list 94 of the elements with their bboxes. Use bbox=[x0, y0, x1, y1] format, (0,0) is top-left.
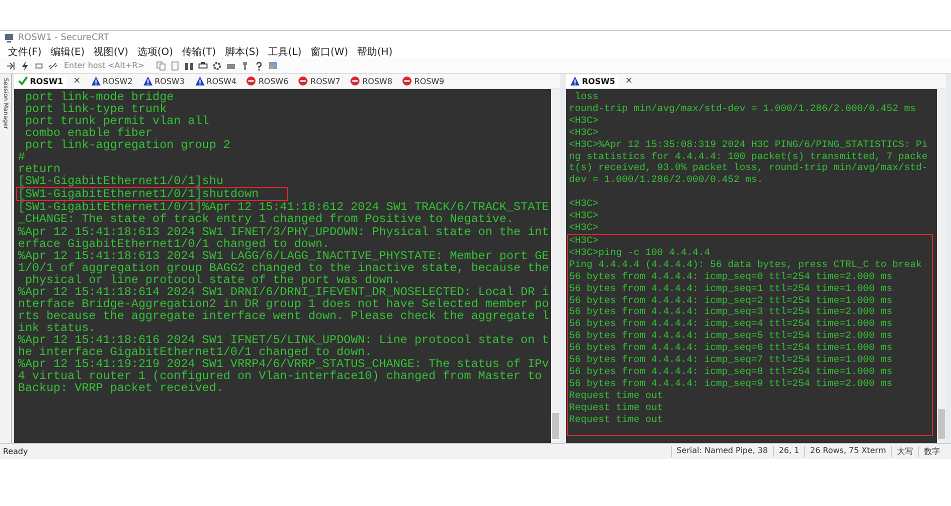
terminal-line: 56 bytes from 4.4.4.4: icmp_seq=6 ttl=254 time=1.000 ms bbox=[569, 342, 894, 354]
close-button[interactable]: × bbox=[621, 76, 637, 86]
terminal-line: dev = 1.000/1.286/2.000/0.452 ms. bbox=[569, 174, 764, 186]
terminal-line: combo enable fiber bbox=[24, 127, 153, 140]
session-tab[interactable]: ROSW7 bbox=[294, 74, 344, 88]
terminal-line: port link-mode bridge bbox=[24, 91, 175, 104]
terminal-line: Backup: VRRP packet received. bbox=[18, 382, 224, 394]
session-tab[interactable]: ROSW4 bbox=[190, 74, 240, 88]
status-field: 数字 bbox=[918, 446, 945, 457]
terminal-line: t(s) received, 93.0% packet loss, round-trip min/avg/max/std- bbox=[569, 162, 929, 174]
menu-item[interactable]: 文件(F) bbox=[8, 44, 42, 58]
terminal-line: 56 bytes from 4.4.4.4: icmp_seq=8 ttl=254 time=1.000 ms bbox=[569, 366, 894, 378]
status-message: Ready bbox=[2, 447, 28, 456]
terminal-line: physical or line protocol state of the port was down. bbox=[24, 274, 400, 286]
terminal-line: port link-aggregation group 2 bbox=[25, 139, 232, 152]
terminal-line: <H3C> bbox=[569, 222, 600, 234]
terminal-line: 56 bytes from 4.4.4.4: icmp_seq=2 ttl=254 time=1.000 ms bbox=[569, 294, 894, 306]
menu-item[interactable]: 选项(O) bbox=[137, 44, 174, 58]
monitor-icon bbox=[4, 33, 14, 43]
terminal-line: [SW1-GigabitEthernet1/0/1]%Apr 12 15:41:18:612 2024 SW1 TRACK/6/TRACK_STATE bbox=[18, 201, 550, 214]
terminal-line: # bbox=[18, 151, 26, 164]
terminal-line: <H3C> bbox=[569, 126, 600, 139]
session-tab[interactable]: ROSW2 bbox=[86, 74, 137, 88]
host-field[interactable]: Enter host <Alt+R> bbox=[62, 60, 146, 71]
terminal-line: port link-type trunk bbox=[24, 103, 167, 116]
menu-item[interactable]: 窗口(W) bbox=[310, 44, 348, 58]
terminal-line: round-trip min/avg/max/std-dev = 1.000/1.286/2.000/0.452 ms bbox=[569, 102, 917, 115]
status-field: Serial: Named Pipe, 38 bbox=[670, 446, 773, 457]
session-tab[interactable]: ROSW1 bbox=[14, 74, 68, 88]
terminal-line: he interface GigabitEthernet1/0/1 changed to down. bbox=[18, 346, 372, 358]
session-tab[interactable]: ROSW6 bbox=[242, 74, 292, 88]
status-field: 26 Rows, 75 Xterm bbox=[804, 446, 891, 457]
terminal-line: rts because the aggregate interface went down. Please check the aggregate l bbox=[18, 310, 550, 322]
window-title: ROSW1 - SecureCRT bbox=[18, 33, 109, 43]
terminal-line: port trunk permit vlan all bbox=[24, 115, 210, 128]
menu-item[interactable]: 传输(T) bbox=[182, 44, 216, 58]
connect-icon bbox=[6, 60, 16, 70]
warning-icon bbox=[570, 76, 580, 86]
terminal-line: Request time out bbox=[569, 402, 664, 414]
terminal-line: <H3C> bbox=[569, 210, 600, 222]
help-icon bbox=[254, 60, 264, 70]
terminal-line: erface GigabitEthernet1/0/1 changed to down. bbox=[18, 238, 330, 250]
terminal-line: 1/0/1 of aggregation group BAGG2 changed to the inactive state, because the bbox=[18, 262, 550, 274]
terminal-line: <H3C>%Apr 12 15:35:08:319 2024 H3C PING/6/PING_STATISTICS: Pi bbox=[569, 138, 929, 151]
terminal-line: 56 bytes from 4.4.4.4: icmp_seq=1 ttl=254 time=1.000 ms bbox=[569, 282, 894, 294]
status-field: 大写 bbox=[891, 446, 918, 457]
gear-icon bbox=[212, 60, 222, 70]
terminal-line: <H3C> bbox=[569, 234, 600, 247]
terminal-line: <H3C> bbox=[569, 114, 600, 127]
terminal-line: <H3C> bbox=[569, 198, 600, 210]
terminal-line: %Apr 12 15:41:19:219 2024 SW1 VRRP4/6/VRRP_STATUS_CHANGE: The status of IPv bbox=[18, 358, 550, 370]
check-icon bbox=[18, 76, 28, 86]
scrollbar-thumb[interactable] bbox=[938, 409, 945, 439]
terminal-line: _CHANGE: The state of track entry 1 changed from Positive to Negative. bbox=[18, 213, 515, 226]
terminal-line: <H3C>ping -c 100 4.4.4.4 bbox=[569, 246, 712, 259]
session-tab[interactable]: ROSW9 bbox=[398, 74, 448, 88]
terminal-line: return bbox=[18, 163, 60, 176]
terminal-line: 4 virtual router 1 (configured on Vlan-interface10) changed from Master to bbox=[18, 370, 543, 382]
terminal-line: Ping 4.4.4.4 (4.4.4.4): 56 data bytes, press CTRL_C to break bbox=[569, 258, 923, 271]
terminal-line: 56 bytes from 4.4.4.4: icmp_seq=4 ttl=254 time=1.000 ms bbox=[569, 318, 894, 330]
session-tab[interactable]: ROSW3 bbox=[138, 74, 189, 88]
menu-item[interactable]: 工具(L) bbox=[268, 44, 302, 58]
terminal-line: %Apr 12 15:41:18:616 2024 SW1 IFNET/5/LINK_UPDOWN: Line protocol state on t bbox=[18, 334, 550, 346]
terminal-line: %Apr 12 15:41:18:613 2024 SW1 IFNET/3/PHY_UPDOWN: Physical state on the int bbox=[18, 226, 550, 238]
close-button[interactable]: × bbox=[69, 76, 85, 86]
terminal-line: Request time out bbox=[569, 414, 664, 426]
terminal-line: [SW1-GigabitEthernet1/0/1]shu bbox=[18, 175, 224, 188]
terminal-line: ng statistics for 4.4.4.4: 100 packet(s) transmitted, 7 packe bbox=[569, 150, 929, 162]
session-tab[interactable]: ROSW8 bbox=[346, 74, 396, 88]
scrollbar[interactable] bbox=[937, 89, 946, 443]
terminal-line: 56 bytes from 4.4.4.4: icmp_seq=7 ttl=254 time=1.000 ms bbox=[569, 354, 894, 366]
scrollbar[interactable] bbox=[551, 89, 560, 443]
screen-icon bbox=[268, 60, 278, 70]
copy-icon bbox=[156, 60, 166, 70]
terminal-line: [SW1-GigabitEthernet1/0/1]shutdown bbox=[18, 188, 259, 200]
printer-icon bbox=[198, 60, 208, 70]
terminal-line: 56 bytes from 4.4.4.4: icmp_seq=9 ttl=254 time=2.000 ms bbox=[569, 378, 894, 390]
terminal-line: 56 bytes from 4.4.4.4: icmp_seq=3 ttl=254 time=2.000 ms bbox=[569, 306, 894, 318]
session-tab[interactable]: ROSW5 bbox=[566, 74, 620, 88]
menu-item[interactable]: 视图(V) bbox=[94, 44, 128, 58]
status-field: 26, 1 bbox=[772, 446, 804, 457]
terminal-line: loss bbox=[574, 91, 600, 103]
terminal-line: %Apr 12 15:41:18:613 2024 SW1 LAGG/6/LAGG_INACTIVE_PHYSTATE: Member port GE bbox=[18, 250, 550, 262]
terminal-line: %Apr 12 15:41:18:614 2024 SW1 DRNI/6/DRNI_IFEVENT_DR_NOSELECTED: Local DR i bbox=[18, 286, 550, 298]
scrollbar-thumb[interactable] bbox=[552, 413, 559, 439]
terminal-line: 56 bytes from 4.4.4.4: icmp_seq=5 ttl=254 time=2.000 ms bbox=[569, 330, 894, 342]
menu-item[interactable]: 帮助(H) bbox=[357, 44, 393, 58]
lightning-icon bbox=[20, 60, 30, 70]
terminal-line: nterface Bridge-Aggregation2 in DR group 1 does not have Selected member po bbox=[18, 298, 550, 310]
terminal-line: 56 bytes from 4.4.4.4: icmp_seq=0 ttl=254 time=2.000 ms bbox=[569, 270, 894, 283]
terminal-line: Request time out bbox=[569, 390, 664, 402]
menu-item[interactable]: 脚本(S) bbox=[224, 44, 260, 58]
terminal-line: ink status. bbox=[18, 322, 97, 334]
menu-item[interactable]: 编辑(E) bbox=[50, 44, 85, 58]
